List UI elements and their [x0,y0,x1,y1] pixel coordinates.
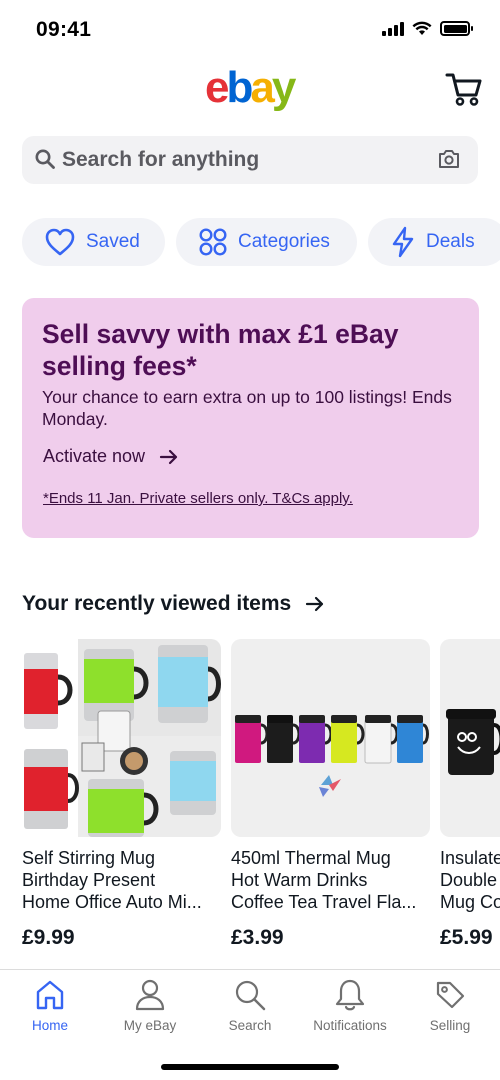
person-icon [135,979,165,1011]
deals-chip[interactable]: Deals [368,218,500,266]
item-price: £5.99 [440,926,493,949]
tag-icon [436,981,465,1009]
cart-icon [445,73,482,106]
tab-search[interactable]: Search [200,978,300,1033]
item-price: £9.99 [22,926,75,949]
item-image [22,639,221,837]
status-time: 09:41 [36,18,92,41]
ebay-logo[interactable]: ebay [205,63,297,112]
item-title: Self Stirring Mug Birthday Present Home … [22,848,202,912]
search-bar[interactable] [22,136,478,184]
logo-letter-a: a [250,63,275,112]
signal-icon [382,21,404,36]
lightning-icon [392,226,414,258]
tab-search-label: Search [228,1018,272,1033]
logo-letter-b: b [226,63,253,112]
home-indicator[interactable] [161,1064,339,1070]
promo-terms-link[interactable]: *Ends 11 Jan. Private sellers only. T&Cs… [43,490,353,507]
search-input[interactable] [62,136,422,184]
status-icons [382,21,473,36]
tab-selling[interactable]: Selling [400,978,500,1033]
tab-my-ebay-label: My eBay [123,1018,177,1033]
tab-notifications-label: Notifications [313,1018,387,1033]
heart-icon [45,228,75,256]
cart-button[interactable] [444,70,484,108]
activate-now-label: Activate now [43,446,146,466]
logo-letter-e: e [205,63,230,112]
item-card[interactable]: Insulate Double Mug Co £5.99 [440,639,500,950]
tab-home[interactable]: Home [0,978,100,1033]
section-title: Your recently viewed items [22,592,292,615]
mug-collage-image [24,639,221,837]
arrow-right-icon [306,596,324,612]
item-card[interactable]: 450ml Thermal Mug Hot Warm Drinks Coffee… [231,639,430,950]
promo-title: Sell savvy with max £1 eBay selling fees… [42,319,399,381]
logo-letter-y: y [271,63,297,112]
promo-banner[interactable]: Sell savvy with max £1 eBay selling fees… [22,298,479,538]
search-icon [35,149,55,169]
item-price: £3.99 [231,926,284,949]
deals-chip-label: Deals [426,231,475,252]
item-image [440,639,500,837]
tab-selling-label: Selling [429,1018,471,1033]
item-title: 450ml Thermal Mug Hot Warm Drinks Coffee… [231,848,417,912]
categories-chip[interactable]: Categories [176,218,357,266]
saved-chip[interactable]: Saved [22,218,165,266]
saved-chip-label: Saved [86,231,140,252]
tab-notifications[interactable]: Notifications [300,978,400,1033]
camera-icon[interactable] [438,149,460,169]
recently-viewed-header[interactable]: Your recently viewed items [22,592,325,616]
bell-icon [335,979,365,1011]
thermal-mugs-image [235,715,429,797]
battery-icon [440,21,473,36]
tab-my-ebay[interactable]: My eBay [100,978,200,1033]
categories-icon [199,228,227,256]
categories-chip-label: Categories [238,231,330,252]
search-icon [235,980,266,1011]
activate-now-link[interactable]: Activate now [43,446,179,467]
status-bar: 09:41 [0,0,500,60]
home-icon [36,980,64,1010]
item-image [231,639,430,837]
promo-body: Your chance to earn extra on up to 100 l… [42,387,452,429]
quick-links: Saved Categories Deals [22,218,500,266]
item-card[interactable]: Self Stirring Mug Birthday Present Home … [22,639,221,950]
arrow-right-icon [159,449,178,464]
item-title: Insulate Double Mug Co [440,848,500,912]
tab-home-label: Home [31,1018,68,1033]
wifi-icon [412,21,432,35]
insulated-mug-image [446,709,500,775]
